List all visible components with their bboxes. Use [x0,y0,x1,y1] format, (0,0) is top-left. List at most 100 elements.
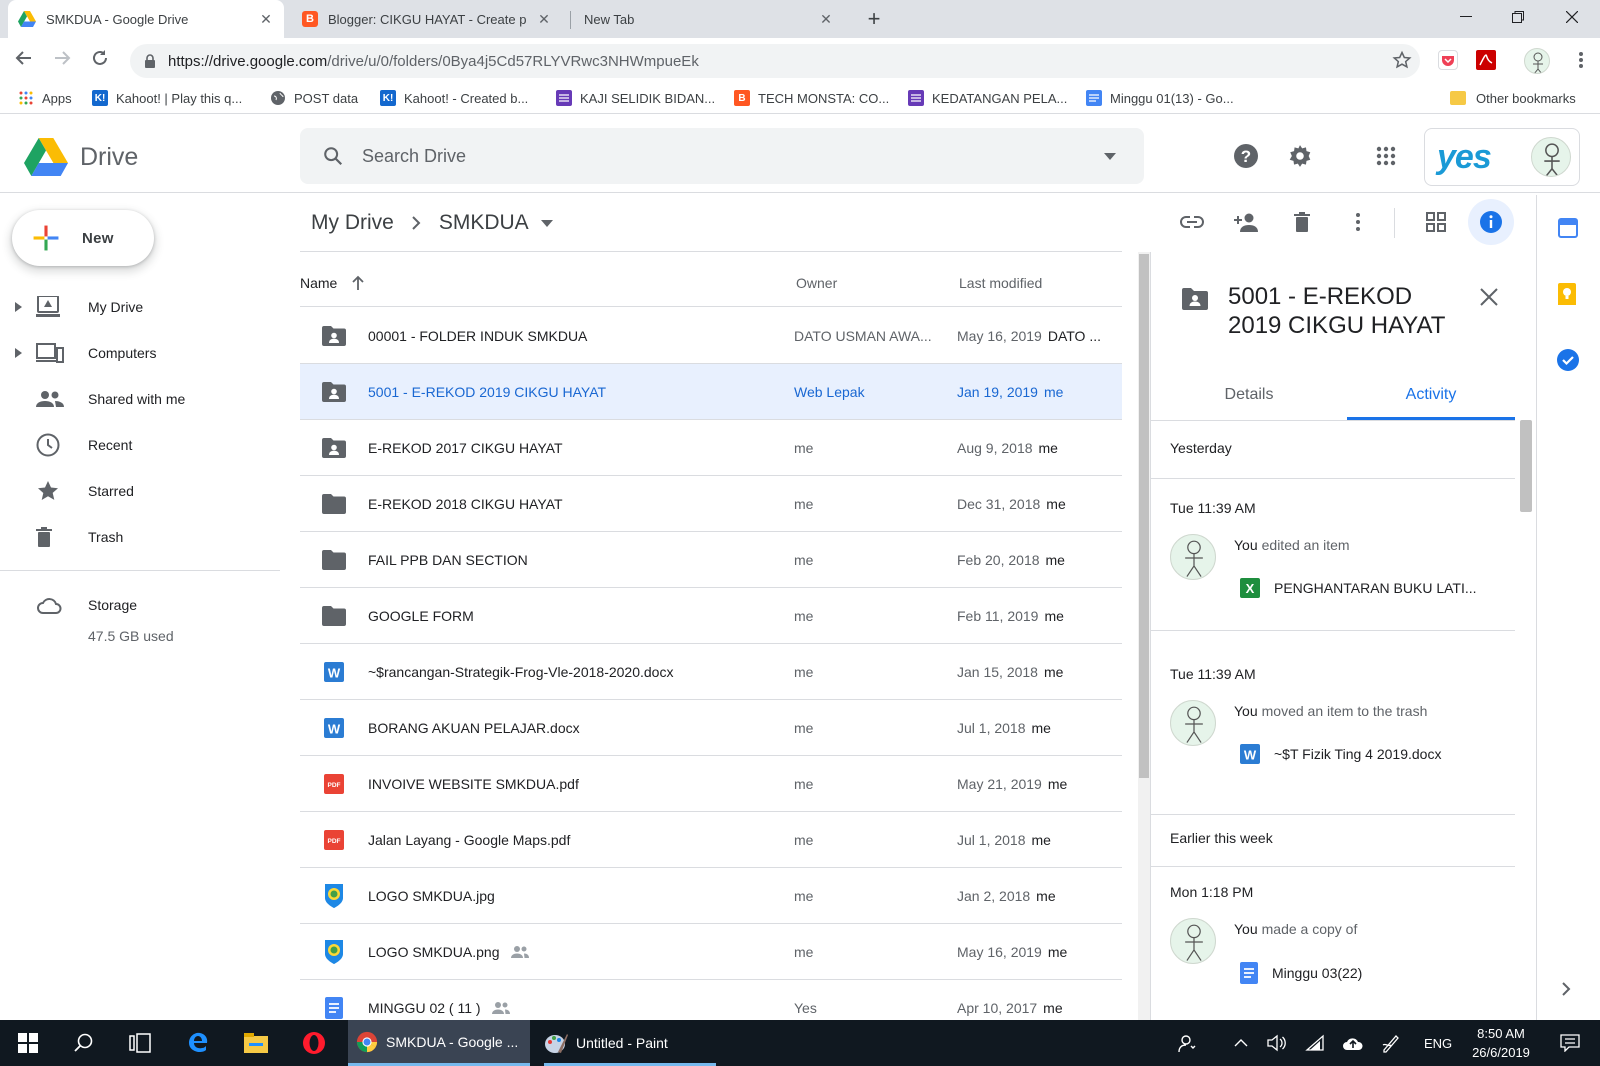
tab-details[interactable]: Details [1151,370,1347,420]
file-row[interactable]: LOGO SMKDUA.jpg me Jan 2, 2018 me [300,868,1122,924]
more-actions-icon[interactable] [1338,202,1378,242]
activity-file[interactable]: W ~$T Fizik Ting 4 2019.docx [1240,744,1441,764]
google-apps-icon[interactable] [1366,136,1406,176]
new-tab-plus-icon[interactable]: + [862,8,886,32]
details-scrollbar-thumb[interactable] [1520,420,1532,512]
forward-arrow-icon[interactable] [52,48,72,68]
bookmark-item[interactable]: Minggu 01(13) - Go... [1086,82,1234,114]
expand-arrow-icon[interactable] [0,348,36,358]
action-center-notification-icon[interactable] [1548,1020,1592,1066]
tab-blogger[interactable]: B Blogger: CIKGU HAYAT - Create p ✕ [292,0,562,38]
system-clock[interactable]: 8:50 AM 26/6/2019 [1468,1020,1534,1066]
input-language[interactable]: ENG [1424,1020,1452,1066]
bookmark-item[interactable]: POST data [270,82,358,114]
opera-icon[interactable] [290,1020,338,1066]
activity-file[interactable]: X PENGHANTARAN BUKU LATI... [1240,578,1477,598]
file-list-scrollbar-thumb[interactable] [1139,254,1149,778]
share-add-person-icon[interactable] [1226,202,1266,242]
new-button[interactable]: New [12,210,154,266]
bookmark-item[interactable]: Apps [18,82,72,114]
drive-logo[interactable]: Drive [24,138,138,176]
file-row[interactable]: E-REKOD 2018 CIKGU HAYAT me Dec 31, 2018 me [300,476,1122,532]
bookmark-item[interactable]: K! Kahoot! | Play this q... [92,82,242,114]
file-row[interactable]: W ~$rancangan-Strategik-Frog-Vle-2018-202… [300,644,1122,700]
file-list-scrollbar[interactable] [1138,252,1150,1020]
sidebar-item-recent[interactable]: Recent [0,422,280,468]
file-row[interactable]: FAIL PPB DAN SECTION me Feb 20, 2018 me [300,532,1122,588]
sidebar-item-starred[interactable]: Starred [0,468,280,514]
folder-dropdown-icon[interactable] [540,219,553,227]
sidebar-item-my-drive[interactable]: My Drive [0,284,280,330]
column-header-last-modified[interactable]: Last modified [959,268,1042,298]
profile-avatar[interactable] [1524,48,1550,74]
activity-file[interactable]: Minggu 03(22) [1240,962,1362,984]
bookmark-item[interactable]: K! Kahoot! - Created b... [380,82,528,114]
pocket-extension-icon[interactable] [1438,50,1458,70]
file-row[interactable]: LOGO SMKDUA.png me May 16, 2019 me [300,924,1122,980]
window-close-icon[interactable] [1546,0,1598,34]
search-bar[interactable]: Search Drive [300,128,1144,184]
sidebar-item-trash[interactable]: Trash [0,514,280,560]
bookmark-item[interactable]: B TECH MONSTA: CO... [734,82,889,114]
volume-icon[interactable] [1260,1020,1294,1066]
file-row[interactable]: GOOGLE FORM me Feb 11, 2019 me [300,588,1122,644]
bookmark-star-icon[interactable] [1392,50,1412,70]
onedrive-upload-icon[interactable] [1336,1020,1370,1066]
tab-smkdua-drive[interactable]: SMKDUA - Google Drive ✕ [8,0,284,38]
sidebar-item-shared-with-me[interactable]: Shared with me [0,376,280,422]
people-icon[interactable] [1170,1020,1206,1066]
file-row[interactable]: W BORANG AKUAN PELAJAR.docx me Jul 1, 2018 m… [300,700,1122,756]
settings-gear-icon[interactable] [1280,136,1320,176]
sidebar-item-computers[interactable]: Computers [0,330,280,376]
chrome-menu-icon[interactable] [1578,50,1584,70]
file-row[interactable]: 5001 - E-REKOD 2019 CIKGU HAYAT Web Lepak… [300,364,1122,420]
taskbar-app-paint[interactable]: Untitled - Paint [536,1020,716,1066]
show-hidden-icons-chevron-icon[interactable] [1226,1020,1256,1066]
column-header-name[interactable]: Name [300,268,365,298]
other-bookmarks[interactable]: Other bookmarks [1450,82,1576,114]
keep-icon[interactable] [1558,283,1576,305]
file-row[interactable]: 00001 - FOLDER INDUK SMKDUA DATO USMAN AW… [300,308,1122,364]
get-link-icon[interactable] [1172,202,1212,242]
file-row[interactable]: PDF INVOIVE WEBSITE SMKDUA.pdf me May 21, 2… [300,756,1122,812]
sidebar-item-storage[interactable]: Storage [0,582,280,628]
close-details-icon[interactable] [1480,288,1498,306]
bookmark-item[interactable]: KAJI SELIDIK BIDAN... [556,82,715,114]
file-row[interactable]: E-REKOD 2017 CIKGU HAYAT me Aug 9, 2018 me [300,420,1122,476]
grid-view-icon[interactable] [1416,202,1456,242]
minimize-icon[interactable] [1440,0,1492,34]
view-details-info-icon[interactable] [1468,199,1514,245]
help-icon[interactable]: ? [1226,136,1266,176]
trash-icon[interactable] [1282,202,1322,242]
taskbar-app-chrome[interactable]: SMKDUA - Google ... [348,1020,530,1066]
bookmark-item[interactable]: KEDATANGAN PELA... [908,82,1067,114]
search-options-dropdown-icon[interactable] [1104,152,1116,160]
reload-icon[interactable] [90,48,110,68]
wifi-icon[interactable] [1298,1020,1332,1066]
breadcrumb-my-drive[interactable]: My Drive [311,211,394,235]
expand-arrow-icon[interactable] [0,302,36,312]
restore-icon[interactable] [1492,0,1544,34]
address-bar[interactable]: https://drive.google.com/drive/u/0/folde… [130,44,1420,78]
tasks-icon[interactable] [1556,348,1580,372]
tab-activity[interactable]: Activity [1347,370,1515,420]
account-switcher[interactable]: yes [1424,128,1580,186]
close-tab-icon[interactable]: ✕ [536,11,552,27]
close-tab-icon[interactable]: ✕ [818,11,834,27]
breadcrumb-current-folder[interactable]: SMKDUA [439,211,529,235]
pen-workspace-icon[interactable] [1374,1020,1408,1066]
tab-new-tab[interactable]: New Tab ✕ [574,0,844,38]
windows-start-icon[interactable] [4,1020,52,1066]
search-icon[interactable] [322,145,344,167]
acrobat-extension-icon[interactable] [1476,50,1496,70]
file-row[interactable]: PDF Jalan Layang - Google Maps.pdf me Jul 1… [300,812,1122,868]
calendar-icon[interactable] [1558,218,1578,238]
taskbar-search-icon[interactable] [60,1020,108,1066]
sort-ascending-arrow-icon[interactable] [351,275,365,291]
task-view-icon[interactable] [116,1020,164,1066]
close-tab-icon[interactable]: ✕ [258,11,274,27]
expand-panel-chevron-icon[interactable] [1562,982,1571,996]
edge-browser-icon[interactable] [174,1020,222,1066]
file-explorer-icon[interactable] [232,1020,280,1066]
back-arrow-icon[interactable] [14,48,34,68]
